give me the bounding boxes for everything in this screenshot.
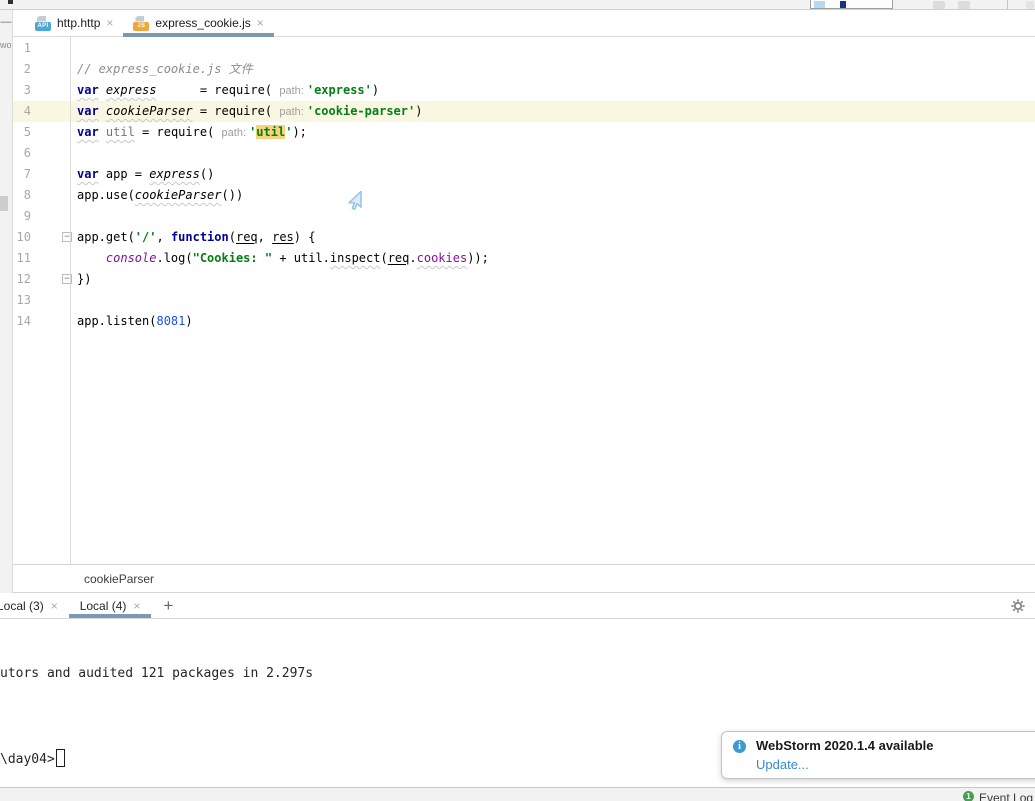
event-log-icon: 1 — [963, 791, 974, 801]
tool-window-stripe: — wo — [0, 10, 13, 593]
code-line[interactable]: 14 app.listen(8081) — [13, 311, 1035, 332]
terminal-tab-local-4[interactable]: Local (4) × — [69, 593, 152, 618]
line-number[interactable]: 8 — [13, 185, 31, 206]
toolbar-debug-icon[interactable] — [958, 1, 970, 9]
code-line[interactable]: 7 var app = express() — [13, 164, 1035, 185]
toolbar-icon-fragment — [1026, 1, 1034, 9]
line-number[interactable]: 6 — [13, 143, 31, 164]
close-icon[interactable]: × — [133, 600, 140, 612]
editor-code[interactable]: 12 // express_cookie.js 文件 3 var express = … — [13, 37, 1035, 564]
code-line[interactable]: 6 — [13, 143, 1035, 164]
line-number[interactable]: 9 — [13, 206, 31, 227]
event-log-label: Event Log — [979, 791, 1033, 801]
code-text: app.use(cookieParser()) — [77, 185, 243, 206]
line-number[interactable]: 2 — [13, 59, 31, 80]
tab-label: express_cookie.js — [155, 16, 250, 30]
code-line[interactable]: 10−app.get('/', function(req, res) { — [13, 227, 1035, 248]
line-number[interactable]: 5 — [13, 122, 31, 143]
tab-express-cookie-js[interactable]: JS express_cookie.js × — [123, 10, 273, 36]
tab-http-http[interactable]: API http.http × — [25, 10, 123, 36]
code-line[interactable]: 9 — [13, 206, 1035, 227]
run-config-icon — [814, 1, 825, 8]
code-line[interactable]: 12−}) — [13, 269, 1035, 290]
top-toolbar-partial — [0, 0, 1035, 10]
code-line[interactable]: 8 app.use(cookieParser()) — [13, 185, 1035, 206]
toolbar-divider — [1007, 0, 1008, 9]
line-number[interactable]: 1 — [13, 38, 31, 59]
terminal-prompt: \day04> — [0, 749, 65, 767]
code-line[interactable]: 3 var express = require( path: 'express') — [13, 80, 1035, 101]
close-icon[interactable]: × — [257, 17, 264, 29]
collapse-dash-icon[interactable]: — — [0, 16, 12, 28]
tab-label: Local (3) — [0, 599, 44, 613]
js-file-icon: JS — [133, 16, 149, 31]
event-log-button[interactable]: 1 Event Log — [963, 791, 1033, 801]
code-text: }) — [77, 269, 91, 290]
terminal-tab-bar: Local (3) × Local (4) × + — [0, 593, 1035, 619]
tab-label: http.http — [57, 16, 100, 30]
close-icon[interactable]: × — [51, 600, 58, 612]
code-line[interactable]: 5 var util = require( path: 'util'); — [13, 122, 1035, 143]
info-icon: i — [733, 740, 746, 753]
terminal-cursor — [56, 749, 65, 767]
breadcrumb-item[interactable]: cookieParser — [84, 572, 154, 586]
line-number[interactable]: 14 — [13, 311, 31, 332]
editor-tab-bar: API http.http × JS express_cookie.js × — [13, 10, 1035, 37]
terminal-tab-local-3[interactable]: Local (3) × — [0, 593, 69, 618]
line-number[interactable]: 11 — [13, 248, 31, 269]
toolbar-run-icon[interactable] — [933, 1, 945, 9]
stripe-label-fragment[interactable]: wo — [0, 40, 12, 50]
code-text: app.get('/', function(req, res) { — [77, 227, 315, 248]
breadcrumb-bar: cookieParser — [13, 566, 1035, 593]
gear-icon[interactable] — [1011, 599, 1025, 613]
notification-title: WebStorm 2020.1.4 available — [756, 738, 934, 753]
api-file-icon: API — [35, 16, 51, 31]
code-text: var util = require( path: 'util'); — [77, 122, 307, 144]
update-link[interactable]: Update... — [756, 757, 809, 772]
code-text: var express = require( path: 'express') — [77, 80, 379, 102]
stripe-handle[interactable] — [0, 196, 8, 211]
line-number[interactable]: 13 — [13, 290, 31, 311]
run-config-combobox-partial[interactable] — [810, 0, 893, 9]
tab-label: Local (4) — [80, 599, 127, 613]
code-line[interactable]: 11 console.log("Cookies: " + util.inspec… — [13, 248, 1035, 269]
code-text: app.listen(8081) — [77, 311, 193, 332]
gutter-separator — [70, 37, 71, 564]
toolbar-fragment — [8, 0, 13, 4]
run-config-icon-fragment — [840, 1, 846, 8]
code-text: // express_cookie.js 文件 — [77, 59, 253, 80]
code-line[interactable]: 1 — [13, 38, 1035, 59]
code-line[interactable]: 4 var cookieParser = require( path: 'cook… — [13, 101, 1035, 122]
code-text: console.log("Cookies: " + util.inspect(r… — [77, 248, 489, 269]
new-terminal-tab-button[interactable]: + — [163, 593, 173, 618]
code-line[interactable]: 13 — [13, 290, 1035, 311]
update-notification[interactable]: i WebStorm 2020.1.4 available Update... — [721, 731, 1035, 779]
line-number[interactable]: 12 — [13, 269, 31, 290]
line-number[interactable]: 3 — [13, 80, 31, 101]
line-number[interactable]: 10 — [13, 227, 31, 248]
code-text: var cookieParser = require( path: 'cooki… — [77, 101, 422, 123]
code-editor[interactable]: 12 // express_cookie.js 文件 3 var express = … — [13, 37, 1035, 565]
code-text: var app = express() — [77, 164, 214, 185]
code-line[interactable]: 2 // express_cookie.js 文件 — [13, 59, 1035, 80]
close-icon[interactable]: × — [106, 17, 113, 29]
terminal-output-line: utors and audited 121 packages in 2.297s — [0, 666, 313, 681]
status-bar: 1 Event Log — [0, 787, 1035, 801]
mouse-cursor-icon — [343, 189, 367, 213]
line-number[interactable]: 4 — [13, 101, 31, 122]
line-number[interactable]: 7 — [13, 164, 31, 185]
